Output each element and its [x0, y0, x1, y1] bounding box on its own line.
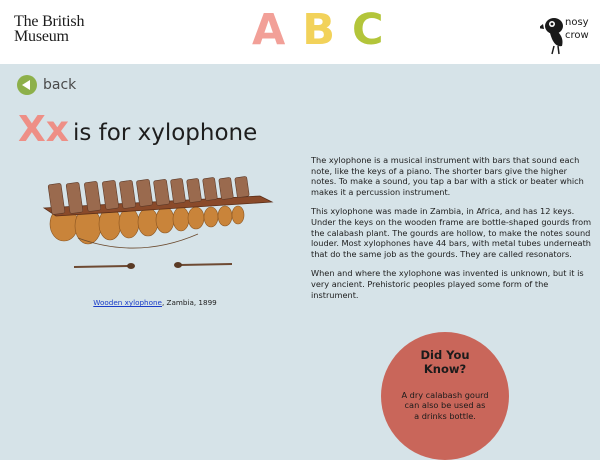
xylophone-link[interactable]: Wooden xylophone — [93, 298, 162, 307]
page-title: Xx is for xylophone — [18, 108, 257, 148]
paragraph-1: The xylophone is a musical instrument wi… — [311, 155, 584, 197]
crow-beak — [540, 24, 544, 29]
crow-leg-right — [557, 45, 560, 55]
did-you-know-title: Did You Know? — [420, 348, 470, 376]
back-arrow-icon — [17, 75, 37, 95]
beaters — [73, 262, 233, 269]
back-label: back — [43, 77, 77, 93]
logo-line-2: Museum — [14, 28, 69, 45]
abc-title-logo: A B C — [252, 5, 385, 55]
crow-pupil — [550, 22, 554, 26]
abc-letter-a: A — [252, 5, 287, 55]
nosy-crow-logo[interactable]: nosy crow — [540, 8, 590, 56]
image-caption: Wooden xylophone, Zambia, 1899 — [60, 298, 250, 307]
back-button[interactable]: back — [17, 75, 76, 95]
logo-line-1: The British — [14, 13, 85, 30]
british-museum-logo[interactable]: The British Museum — [14, 13, 85, 45]
publisher-line-1: nosy — [565, 17, 589, 28]
title-text: is for xylophone — [72, 120, 258, 146]
abc-letter-c: C — [352, 5, 385, 55]
publisher-line-2: crow — [565, 30, 589, 41]
crow-body — [550, 32, 563, 47]
title-letters: Xx — [18, 109, 69, 150]
did-you-know-bubble: Did You Know? A dry calabash gourd can a… — [381, 332, 509, 460]
caption-rest: , Zambia, 1899 — [161, 298, 217, 307]
paragraph-2: This xylophone was made in Zambia, in Af… — [311, 206, 592, 259]
did-you-know-text: A dry calabash gourd can also be used as… — [401, 390, 489, 421]
crow-leg-left — [551, 45, 555, 55]
paragraph-3: When and where the xylophone was invente… — [311, 268, 584, 300]
abc-letter-b: B — [302, 5, 337, 55]
wooden-xylophone-image — [42, 176, 274, 269]
app-header: The British Museum A B C nosy crow — [0, 0, 600, 64]
article-body: The xylophone is a musical instrument wi… — [311, 155, 594, 309]
